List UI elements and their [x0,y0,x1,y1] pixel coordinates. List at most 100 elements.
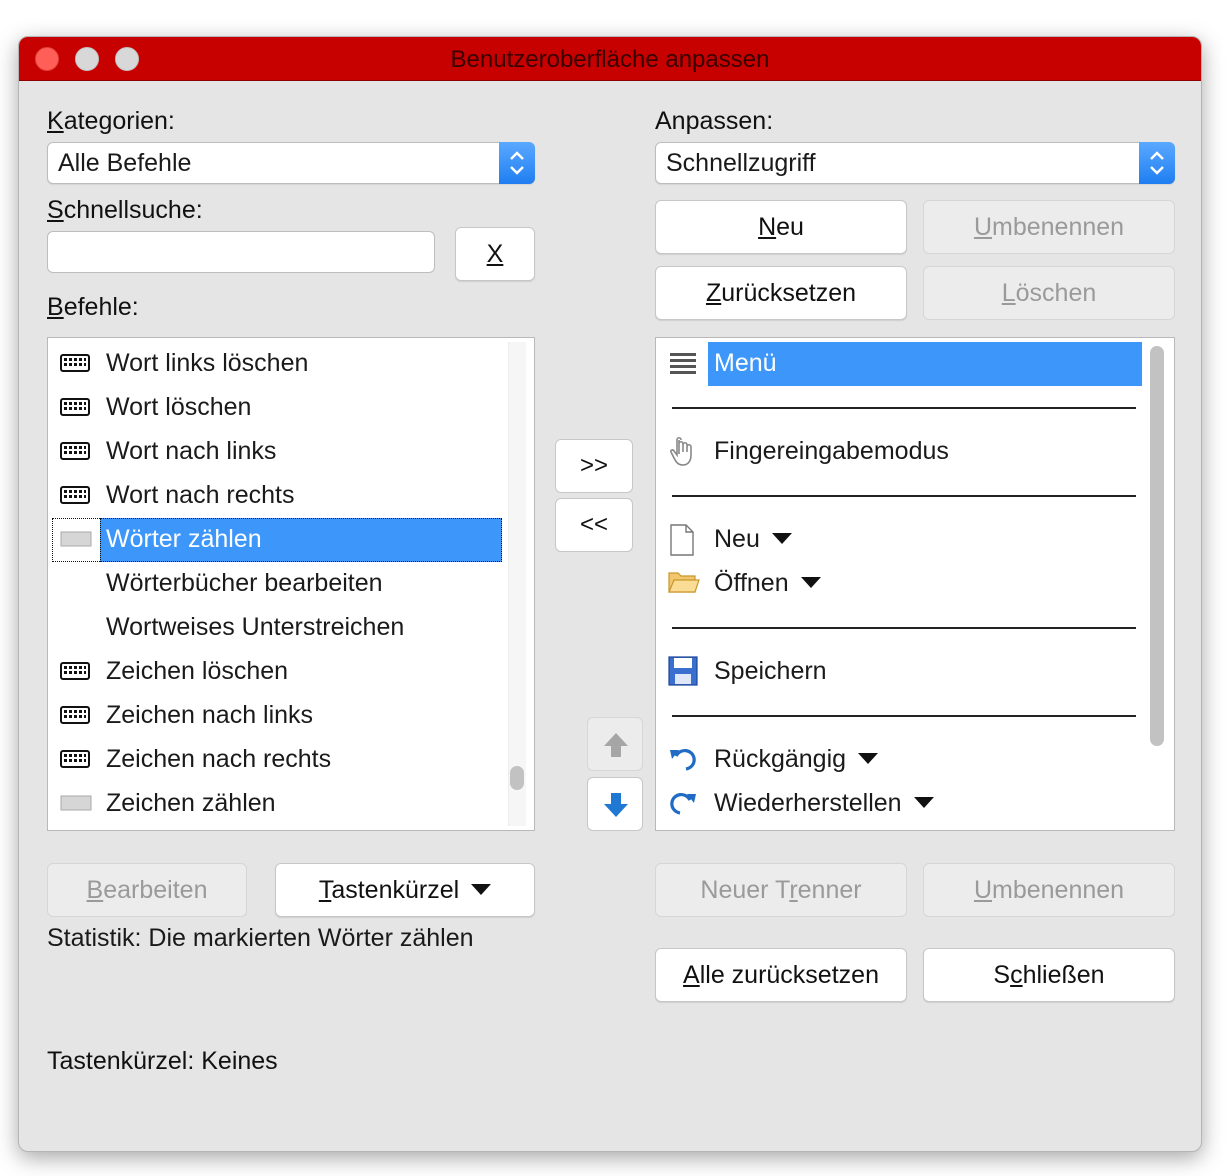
toolbar-item-label: Rückgängig [714,745,879,774]
command-label: Wort löschen [106,393,252,421]
arrow-up-icon [604,733,628,757]
separator[interactable] [672,627,1136,629]
toolbar-item-text: Speichern [714,657,827,685]
categories-select[interactable]: Alle Befehle [47,142,535,184]
command-label: Wörterbücher bearbeiten [106,569,383,597]
rename-toolbar-button[interactable]: Umbenennen [923,200,1175,254]
command-item[interactable]: Wörter zählen [48,518,534,562]
new-toolbar-button[interactable]: Neu [655,200,907,254]
command-label: Wort links löschen [106,349,309,377]
remove-from-toolbar-button[interactable]: << [555,498,633,552]
move-up-button[interactable] [587,717,643,771]
reset-toolbar-button[interactable]: Zurücksetzen [655,266,907,320]
command-label: Wort nach rechts [106,481,295,509]
toolbar-items-scroll-thumb[interactable] [1150,346,1164,746]
move-down-button[interactable] [587,777,643,831]
dropdown-arrow-icon[interactable] [858,752,879,764]
command-item[interactable]: Wort links löschen [48,342,534,386]
command-item[interactable]: Wort nach rechts [48,474,534,518]
commands-list[interactable]: Wort links löschen Wort löschen Wort nach … [47,337,535,831]
hand-icon [668,436,698,473]
toolbar-item[interactable]: Wiederherstellen [656,782,1136,826]
toolbar-item-text: Fingereingabemodus [714,437,949,465]
commands-label: Befehle: [47,293,139,321]
customize-select[interactable]: Schnellzugriff [655,142,1175,184]
toolbar-item[interactable]: Fingereingabemodus [656,430,1136,474]
categories-value: Alle Befehle [58,149,192,177]
toolbar-item[interactable]: Neu [656,518,1136,562]
add-to-toolbar-button[interactable]: >> [555,439,633,493]
dropdown-arrow-icon[interactable] [771,532,792,544]
categories-label: Kategorien: [47,107,175,135]
toolbar-item-label: Öffnen [714,569,821,598]
keyboard-icon [60,441,90,466]
command-item[interactable]: Wörterbücher bearbeiten [48,562,534,606]
toolbar-item-text: Neu [714,525,760,553]
dropdown-arrow-icon[interactable] [800,576,821,588]
command-item[interactable]: Zeichen nach links [48,694,534,738]
clear-search-button[interactable]: X [455,227,535,281]
shortcut-text: Tastenkürzel: Keines [47,1047,278,1075]
toolbar-item-text: Menü [714,349,777,377]
reset-all-button[interactable]: Alle zurücksetzen [655,948,907,1002]
keyboard-icon [60,397,90,422]
quicksearch-input[interactable] [47,231,435,273]
toolbar-items-list[interactable]: Menü Fingereingabemodus Neu Öffnen Speichern… [655,337,1175,831]
toolbar-item[interactable]: Rückgängig [656,738,1136,782]
customize-label: Anpassen: [655,107,774,135]
separator[interactable] [672,495,1136,497]
command-item[interactable]: Zeichen nach rechts [48,738,534,782]
quicksearch-label: Schnellsuche: [47,196,203,224]
command-label: Wortweises Unterstreichen [106,613,405,641]
command-label: Wort nach links [106,437,277,465]
title-bar[interactable]: Benutzeroberfläche anpassen [19,37,1201,81]
new-separator-button[interactable]: Neuer Trenner [655,863,907,917]
keyboard-icon [60,353,90,378]
toolbar-item-label: Wiederherstellen [714,789,934,818]
statistics-text: Statistik: Die markierten Wörter zählen [47,924,474,952]
shortcut-button[interactable]: Tastenkürzel [275,863,535,917]
save-icon [668,656,698,691]
arrow-down-icon [604,793,628,817]
document-icon [668,524,696,561]
select-arrows-icon [1139,142,1175,184]
command-item[interactable]: Zeichen löschen [48,650,534,694]
toolbar-item-label: Fingereingabemodus [714,437,949,466]
dropdown-arrow-icon [471,883,492,895]
menu-icon [668,348,698,383]
select-arrows-icon [499,142,535,184]
toolbar-item[interactable]: Speichern [656,650,1136,694]
keyboard-icon [60,749,90,774]
undo-icon [668,744,698,777]
separator[interactable] [672,715,1136,717]
dropdown-arrow-icon[interactable] [913,796,934,808]
toolbar-item-text: Öffnen [714,569,789,597]
command-item[interactable]: Zeichen zählen [48,782,534,826]
keyboard-icon [60,705,90,730]
toolbar-item[interactable]: Öffnen [656,562,1136,606]
rename-item-button[interactable]: Umbenennen [923,863,1175,917]
delete-toolbar-button[interactable]: Löschen [923,266,1175,320]
command-item[interactable]: Wort nach links [48,430,534,474]
toolbar-item-label: Speichern [714,657,827,686]
command-item[interactable]: Wortweises Unterstreichen [48,606,534,650]
customize-dialog: Benutzeroberfläche anpassen Kategorien: … [18,36,1202,1152]
customize-value: Schnellzugriff [666,149,816,177]
toolbar-item-text: Rückgängig [714,745,847,773]
keyboard-icon [60,661,90,686]
close-button[interactable]: Schließen [923,948,1175,1002]
window-title: Benutzeroberfläche anpassen [450,46,770,73]
blank-icon [60,529,92,554]
command-item[interactable]: Wort löschen [48,386,534,430]
command-label: Zeichen nach rechts [106,745,332,773]
redo-icon [668,788,698,821]
command-label: Zeichen nach links [106,701,314,729]
command-label: Zeichen zählen [106,789,276,817]
toolbar-item[interactable]: Menü [656,342,1142,386]
blank-icon [60,793,92,818]
separator[interactable] [672,407,1136,409]
edit-button[interactable]: Bearbeiten [47,863,247,917]
toolbar-item-label: Neu [714,525,792,554]
command-label: Wörter zählen [106,525,262,553]
toolbar-item-text: Wiederherstellen [714,789,902,817]
